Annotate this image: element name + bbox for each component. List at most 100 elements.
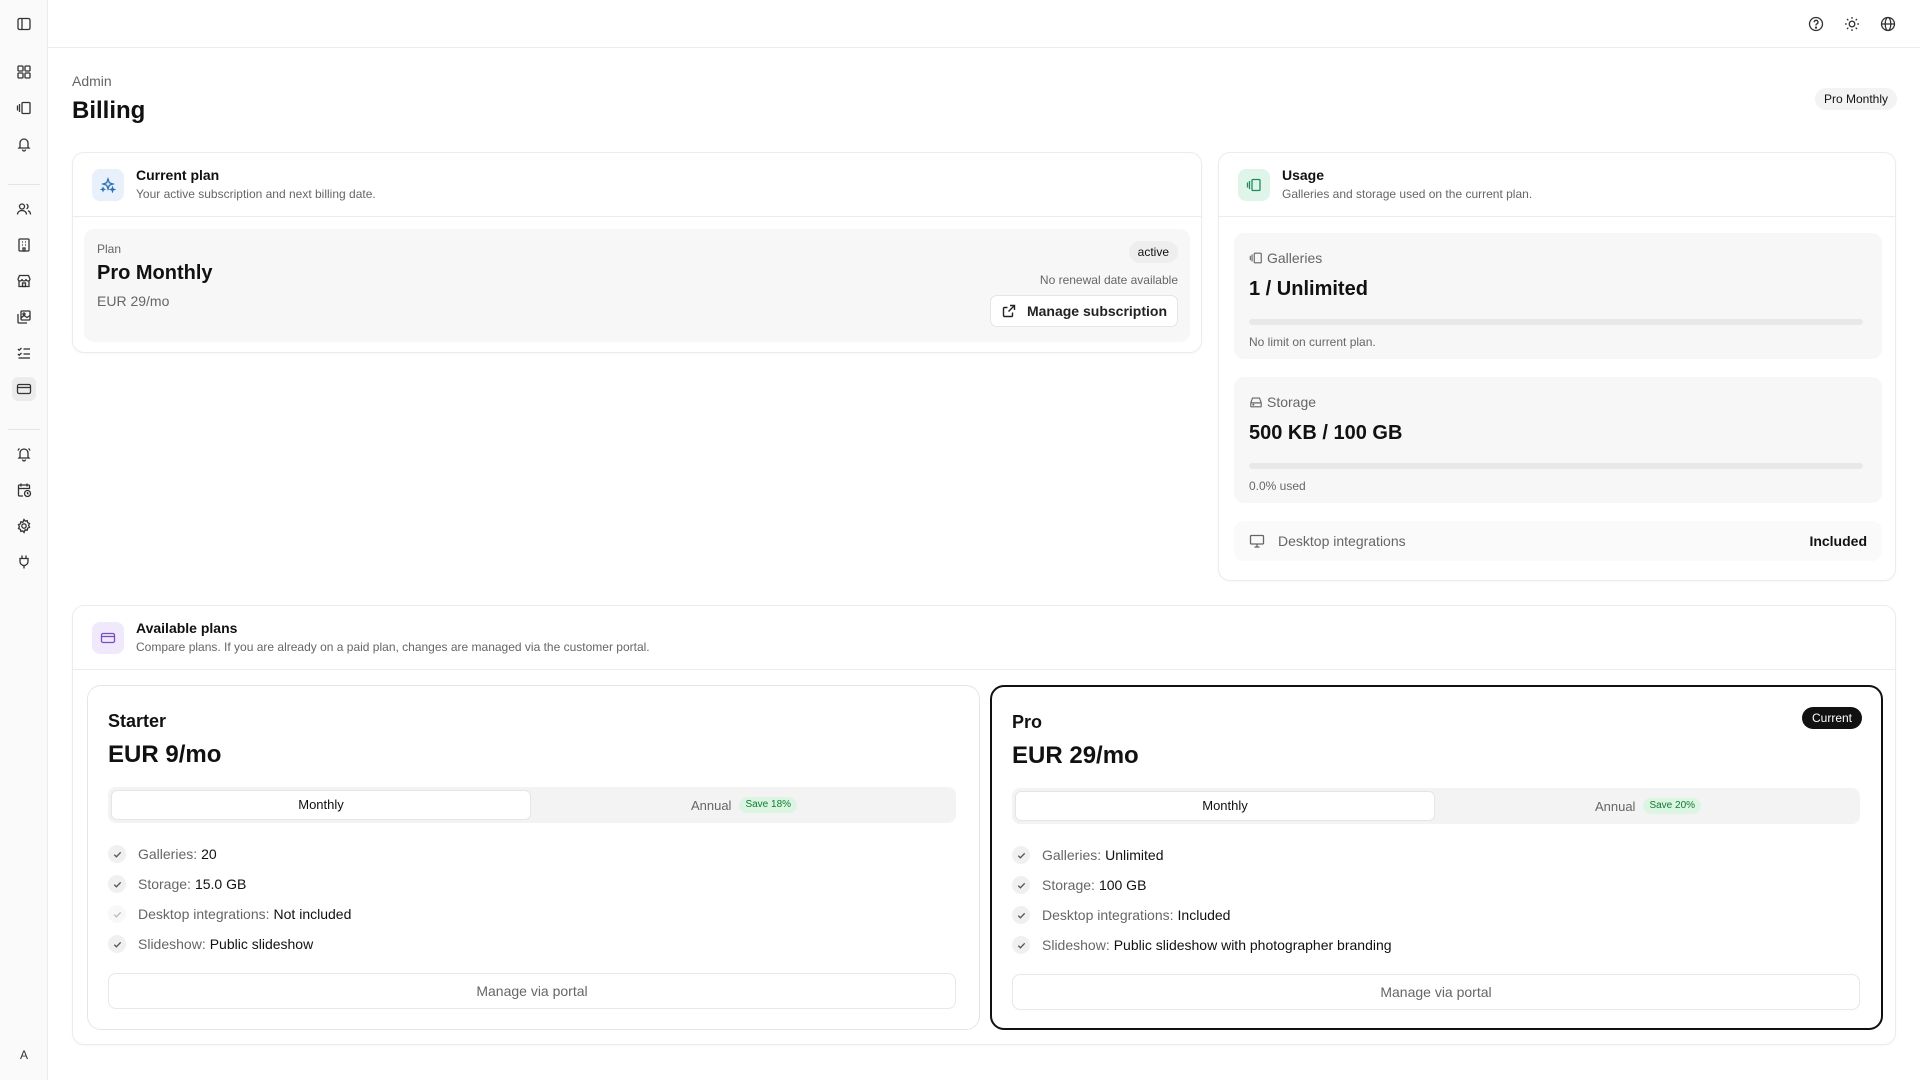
feature-storage: Storage: 15.0 GB — [108, 873, 246, 895]
desktop-integrations-row: Desktop integrations Included — [1234, 521, 1882, 561]
renewal-date: No renewal date available — [1039, 273, 1178, 287]
current-plan-title: Current plan — [136, 167, 220, 183]
current-plan-details: Plan Pro Monthly EUR 29/mo active No ren… — [84, 229, 1190, 342]
notifications-icon[interactable] — [12, 132, 36, 156]
billing-icon[interactable] — [12, 377, 36, 401]
plan-name: Pro Monthly — [97, 262, 213, 284]
images-icon[interactable] — [12, 305, 36, 329]
feature-key: Galleries: — [1042, 847, 1102, 863]
sidebar-toggle-icon[interactable] — [12, 12, 36, 36]
check-icon — [108, 905, 126, 923]
page-title: Billing — [72, 97, 146, 124]
current-plan-subtitle: Your active subscription and next billin… — [136, 187, 376, 201]
plan-price: EUR 9/mo — [108, 741, 222, 768]
galleries-label: Galleries — [1267, 250, 1323, 266]
sidebar-divider — [8, 184, 40, 185]
galleries-icon[interactable] — [12, 96, 36, 120]
feature-slideshow: Slideshow: Public slideshow — [108, 933, 313, 955]
checklist-icon[interactable] — [12, 341, 36, 365]
monitor-icon — [1249, 534, 1265, 548]
theme-sun-icon[interactable] — [1842, 14, 1862, 34]
feature-value: Not included — [273, 906, 352, 922]
feature-key: Galleries: — [138, 846, 198, 862]
storage-value: 500 KB / 100 GB — [1249, 422, 1403, 444]
sparkles-icon — [92, 169, 124, 201]
alerts-icon[interactable] — [12, 442, 36, 466]
check-icon — [1012, 846, 1030, 864]
feature-key: Slideshow: — [138, 936, 206, 952]
feature-storage: Storage: 100 GB — [1012, 874, 1146, 896]
billing-period-toggle: Monthly Annual Save 20% — [1012, 788, 1860, 824]
users-icon[interactable] — [12, 197, 36, 221]
save-badge: Save 18% — [739, 797, 798, 813]
feature-value: 20 — [201, 846, 217, 862]
storage-drive-icon — [1250, 397, 1262, 408]
help-icon[interactable] — [1806, 14, 1826, 34]
feature-key: Desktop integrations: — [138, 906, 270, 922]
feature-key: Desktop integrations: — [1042, 907, 1174, 923]
toggle-monthly[interactable]: Monthly — [1015, 791, 1435, 821]
feature-galleries: Galleries: 20 — [108, 843, 217, 865]
galleries-usage: Galleries 1 / Unlimited No limit on curr… — [1234, 233, 1882, 359]
integrations-plug-icon[interactable] — [12, 550, 36, 574]
feature-value: 100 GB — [1098, 877, 1147, 893]
current-badge: Current — [1801, 707, 1862, 729]
feature-key: Storage: — [138, 876, 191, 892]
galleries-icon — [1249, 252, 1262, 264]
usage-card: Usage Galleries and storage used on the … — [1218, 152, 1896, 581]
current-plan-badge: Pro Monthly — [1814, 88, 1897, 110]
store-icon[interactable] — [12, 269, 36, 293]
current-plan-header: Current plan Your active subscription an… — [73, 153, 1201, 217]
feature-desktop-integrations: Desktop integrations: Not included — [108, 903, 351, 925]
breadcrumb[interactable]: Admin — [72, 73, 112, 89]
desktop-integrations-label: Desktop integrations — [1278, 533, 1406, 549]
galleries-note: No limit on current plan. — [1249, 335, 1376, 349]
manage-via-portal-button[interactable]: Manage via portal — [1012, 974, 1860, 1010]
available-plans-subtitle: Compare plans. If you are already on a p… — [136, 640, 650, 654]
galleries-progress — [1249, 319, 1863, 325]
language-globe-icon[interactable] — [1878, 14, 1898, 34]
feature-key: Storage: — [1042, 877, 1095, 893]
plan-price: EUR 29/mo — [97, 293, 170, 309]
galleries-icon — [1238, 169, 1270, 201]
available-plans-title: Available plans — [136, 620, 238, 636]
storage-note: 0.0% used — [1249, 479, 1306, 493]
available-plans-header: Available plans Compare plans. If you ar… — [73, 606, 1895, 670]
credit-card-icon — [92, 622, 124, 654]
toggle-annual-label: Annual — [690, 797, 732, 813]
storage-label: Storage — [1267, 394, 1317, 410]
toggle-annual[interactable]: Annual Save 20% — [1438, 791, 1858, 821]
plan-name: Pro — [1012, 712, 1043, 732]
manage-via-portal-button[interactable]: Manage via portal — [108, 973, 956, 1009]
check-icon — [108, 845, 126, 863]
check-icon — [108, 935, 126, 953]
check-icon — [1012, 876, 1030, 894]
plan-label: Plan — [97, 242, 122, 256]
topbar — [48, 0, 1920, 48]
feature-value: Included — [1177, 907, 1231, 923]
organization-icon[interactable] — [12, 233, 36, 257]
current-plan-card: Current plan Your active subscription an… — [72, 152, 1202, 353]
feature-value: 15.0 GB — [194, 876, 247, 892]
sidebar: A — [0, 0, 48, 1080]
feature-slideshow: Slideshow: Public slideshow with photogr… — [1012, 934, 1392, 956]
toggle-annual[interactable]: Annual Save 18% — [534, 790, 954, 820]
manage-subscription-button[interactable]: Manage subscription — [989, 295, 1178, 327]
check-icon — [108, 875, 126, 893]
feature-value: Unlimited — [1105, 847, 1164, 863]
settings-icon[interactable] — [12, 514, 36, 538]
usage-header: Usage Galleries and storage used on the … — [1219, 153, 1895, 217]
feature-desktop-integrations: Desktop integrations: Included — [1012, 904, 1230, 926]
toggle-monthly[interactable]: Monthly — [111, 790, 531, 820]
plan-name: Starter — [108, 711, 167, 731]
galleries-value: 1 / Unlimited — [1249, 278, 1368, 300]
calendar-clock-icon[interactable] — [12, 478, 36, 502]
feature-value: Public slideshow with photographer brand… — [1113, 937, 1392, 953]
storage-progress — [1249, 463, 1863, 469]
status-badge: active — [1128, 241, 1178, 263]
dashboard-icon[interactable] — [12, 60, 36, 84]
usage-subtitle: Galleries and storage used on the curren… — [1282, 187, 1533, 201]
avatar[interactable]: A — [12, 1043, 36, 1067]
plan-card-starter: Starter EUR 9/mo Monthly Annual Save 18%… — [87, 685, 980, 1030]
plan-price: EUR 29/mo — [1012, 742, 1139, 769]
